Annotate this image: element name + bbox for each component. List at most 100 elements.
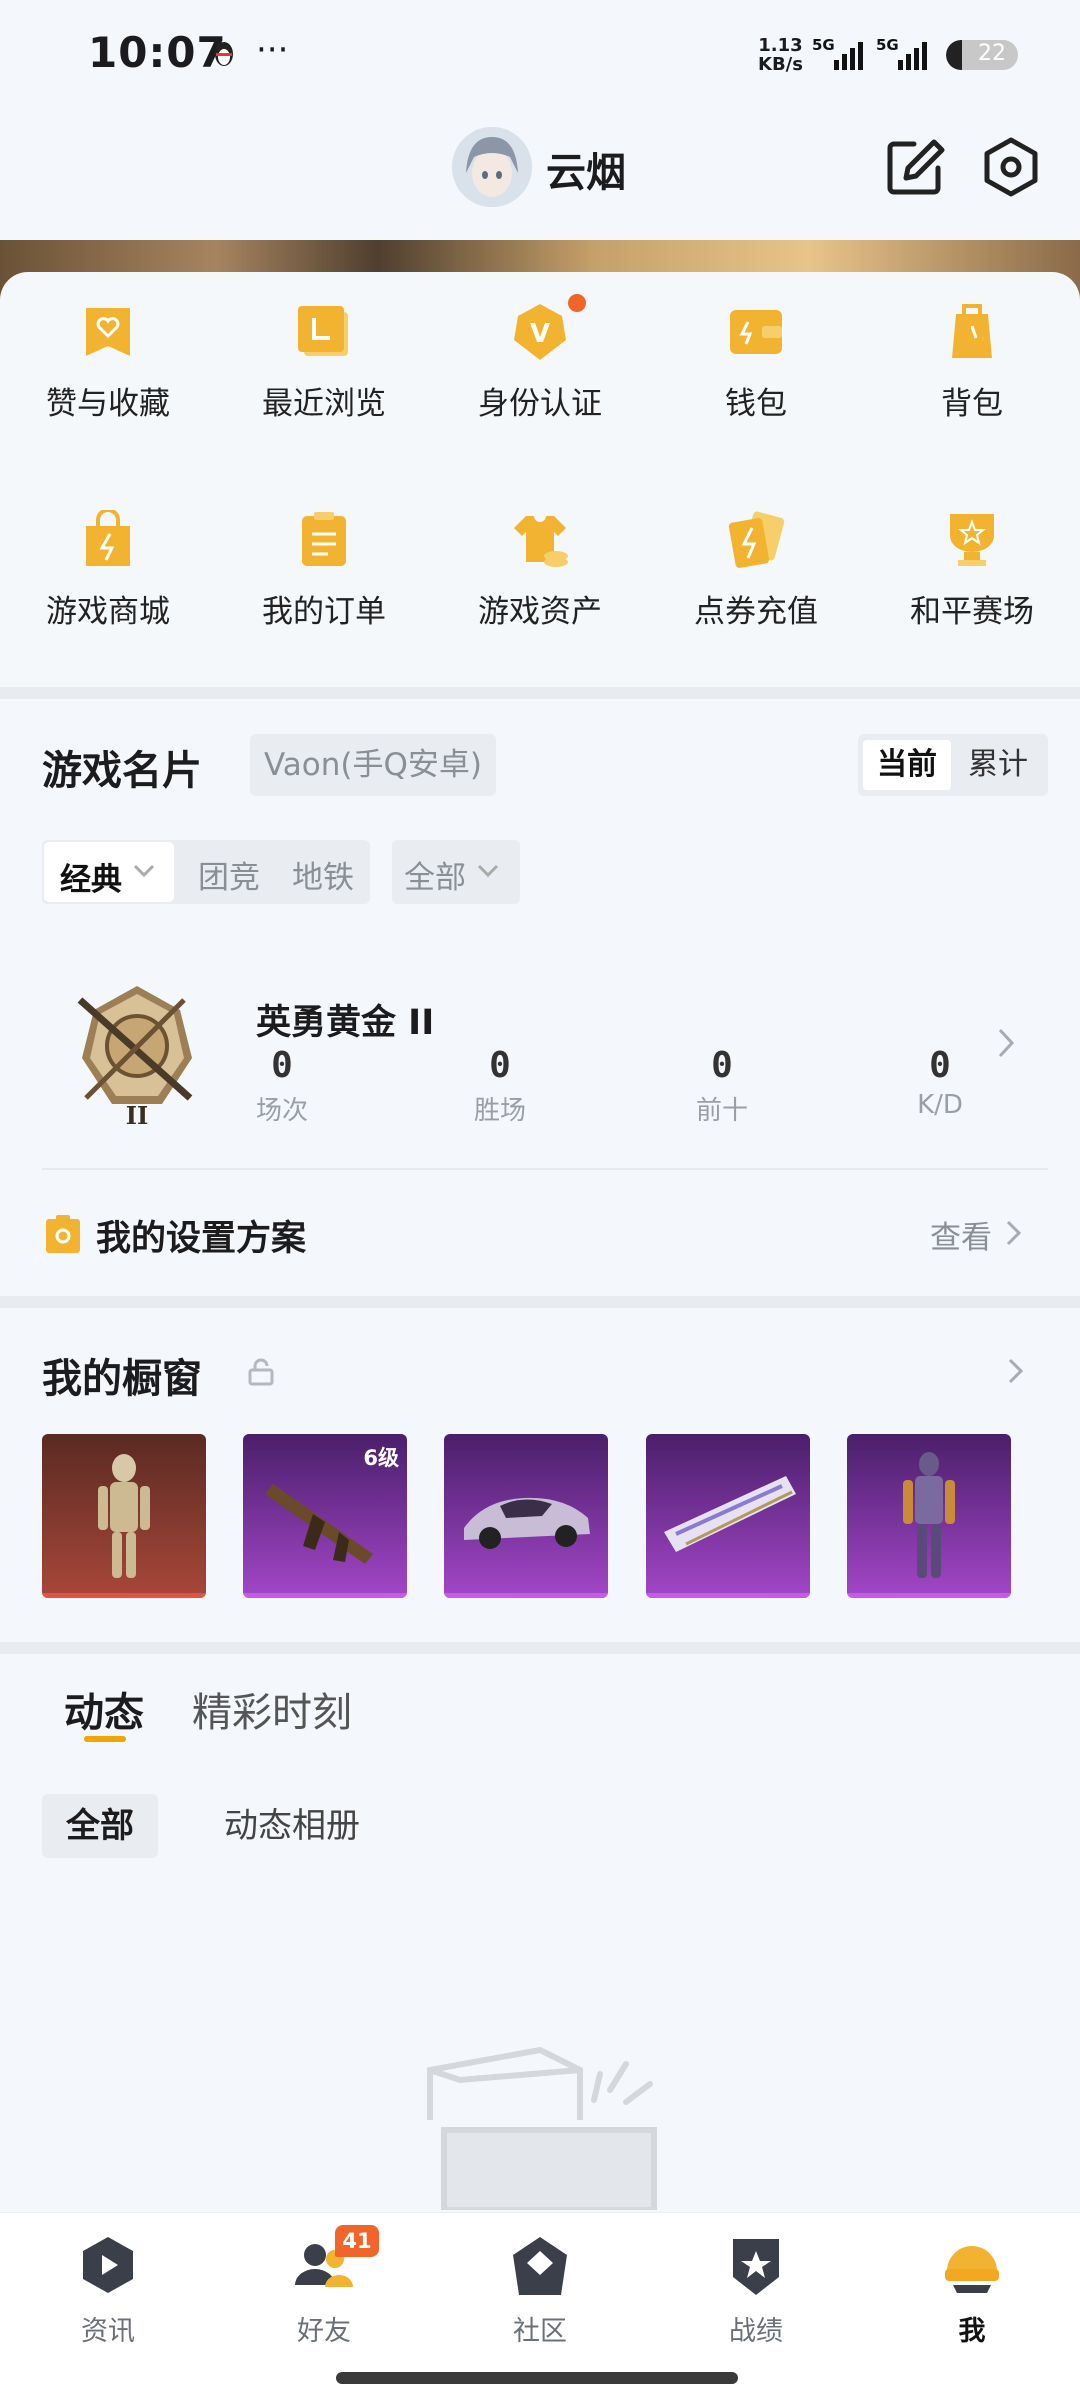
active-tab-indicator [84,1736,126,1742]
nav-news[interactable]: 资讯 [0,2233,216,2348]
section-divider [0,1642,1080,1654]
menu-item-arena[interactable]: 和平赛场 [864,510,1080,631]
account-selector[interactable]: Vaon(手Q安卓) [250,734,496,796]
edit-icon[interactable] [884,136,946,198]
nav-community[interactable]: 社区 [432,2233,648,2348]
trophy-icon [942,510,1002,570]
notification-dot [568,294,586,312]
network-speed: 1.13 KB/s [758,36,803,74]
toggle-current[interactable]: 当前 [863,740,951,790]
nav-label: 资讯 [81,2316,135,2347]
community-house-icon [507,2233,573,2299]
signal-5g-icon: 5G [812,36,863,70]
menu-item-assets[interactable]: 游戏资产 [432,510,648,631]
game-card-title: 游戏名片 [42,748,202,794]
home-indicator[interactable] [336,2372,738,2384]
svg-text:V: V [530,319,550,349]
menu-item-wallet[interactable]: 钱包 [648,302,864,423]
lock-icon[interactable] [248,1358,274,1386]
stat-value: 0 [271,1045,293,1086]
nav-label: 我 [958,2316,986,2347]
menu-label: 游戏资产 [478,594,602,630]
menu-item-recharge[interactable]: 点券充值 [648,510,864,631]
menu-item-likes[interactable]: 赞与收藏 [0,302,216,423]
stat-top10: 0 前十 [662,1045,782,1127]
nav-friends[interactable]: 41 好友 [216,2225,432,2348]
showcase-item[interactable] [444,1434,608,1598]
more-notifications-icon: ··· [256,30,289,70]
stat-value: 0 [929,1045,951,1086]
verified-badge-icon: V [510,294,586,362]
chevron-right-icon[interactable] [994,1026,1018,1060]
nav-battle-record[interactable]: 战绩 [648,2233,864,2348]
chevron-down-icon [477,864,499,878]
menu-item-identity[interactable]: V 身份认证 [432,294,648,423]
menu-label: 我的订单 [262,594,386,630]
stats-period-toggle: 当前 累计 [858,734,1048,796]
rank-name: 英勇黄金 II [256,1003,435,1043]
mode-classic-dropdown[interactable]: 经典 [44,842,174,902]
settings-plan-icon [46,1215,80,1253]
stat-value: 0 [489,1045,511,1086]
nav-label: 战绩 [729,2316,783,2347]
chevron-down-icon [133,864,155,878]
qq-penguin-icon [215,42,233,66]
mode-selected-label: 经典 [60,862,122,898]
mode-metro[interactable]: 地铁 [292,852,354,897]
glider-icon [664,1476,796,1552]
tshirt-coin-icon [510,510,570,570]
speed-value: 1.13 [758,35,803,56]
settings-plan-title[interactable]: 我的设置方案 [96,1210,306,1261]
menu-label: 和平赛场 [910,594,1034,630]
nav-label: 社区 [513,2316,567,2347]
settings-gear-icon[interactable] [980,136,1042,198]
subtab-album[interactable]: 动态相册 [224,1794,360,1858]
tab-highlights[interactable]: 精彩时刻 [192,1680,352,1738]
friends-icon: 41 [291,2225,379,2299]
view-settings-link[interactable]: 查看 [930,1212,992,1257]
network-label-2: 5G [876,36,899,54]
menu-item-shop[interactable]: 游戏商城 [0,508,216,631]
subtab-all[interactable]: 全部 [42,1794,158,1858]
item-level-badge: 6级 [363,1446,399,1470]
stat-wins: 0 胜场 [440,1045,560,1127]
helmet-profile-icon [939,2233,1005,2299]
battle-record-icon [723,2233,789,2299]
stat-label: 前十 [695,1096,748,1126]
section-divider [0,687,1080,699]
battery-icon: 22 [946,40,1018,70]
showcase-item[interactable] [847,1434,1011,1598]
tab-moments[interactable]: 动态 [64,1680,144,1738]
quick-menu-card: 赞与收藏 最近浏览 V 身份认证 钱包 背包 游戏商城 我的订单 游戏资产 点券… [0,272,1080,687]
menu-item-orders[interactable]: 我的订单 [216,510,432,631]
backpack-icon [942,302,1002,362]
mode-team-deathmatch[interactable]: 团竞 [198,852,260,897]
battery-level: 22 [978,41,1006,66]
stat-label: 胜场 [473,1096,526,1126]
speed-unit: KB/s [758,54,803,75]
mech-suit-icon [903,1452,955,1578]
menu-label: 点券充值 [694,594,818,630]
stat-value: 0 [711,1045,733,1086]
nav-me[interactable]: 我 [864,2233,1080,2348]
menu-label: 赞与收藏 [46,386,170,422]
menu-item-recent[interactable]: 最近浏览 [216,302,432,423]
showcase-item[interactable] [646,1434,810,1598]
svg-text:II: II [126,1101,148,1130]
friends-count-badge: 41 [335,2225,379,2257]
stat-matches: 0 场次 [222,1045,342,1127]
showcase-title: 我的橱窗 [42,1356,202,1402]
menu-label: 身份认证 [478,386,602,422]
toggle-cumulative[interactable]: 累计 [954,740,1042,790]
avatar[interactable] [452,127,532,207]
filter-all-dropdown[interactable]: 全部 [392,840,520,904]
menu-item-backpack[interactable]: 背包 [864,302,1080,423]
chevron-right-icon[interactable] [1004,1218,1024,1248]
stat-label: K/D [917,1090,963,1120]
chevron-right-icon[interactable] [1006,1356,1026,1386]
sports-car-icon [464,1497,590,1549]
recent-history-icon [294,302,354,362]
showcase-item[interactable] [42,1434,206,1598]
showcase-item[interactable]: 6级 [243,1434,407,1598]
menu-label: 最近浏览 [262,386,386,422]
